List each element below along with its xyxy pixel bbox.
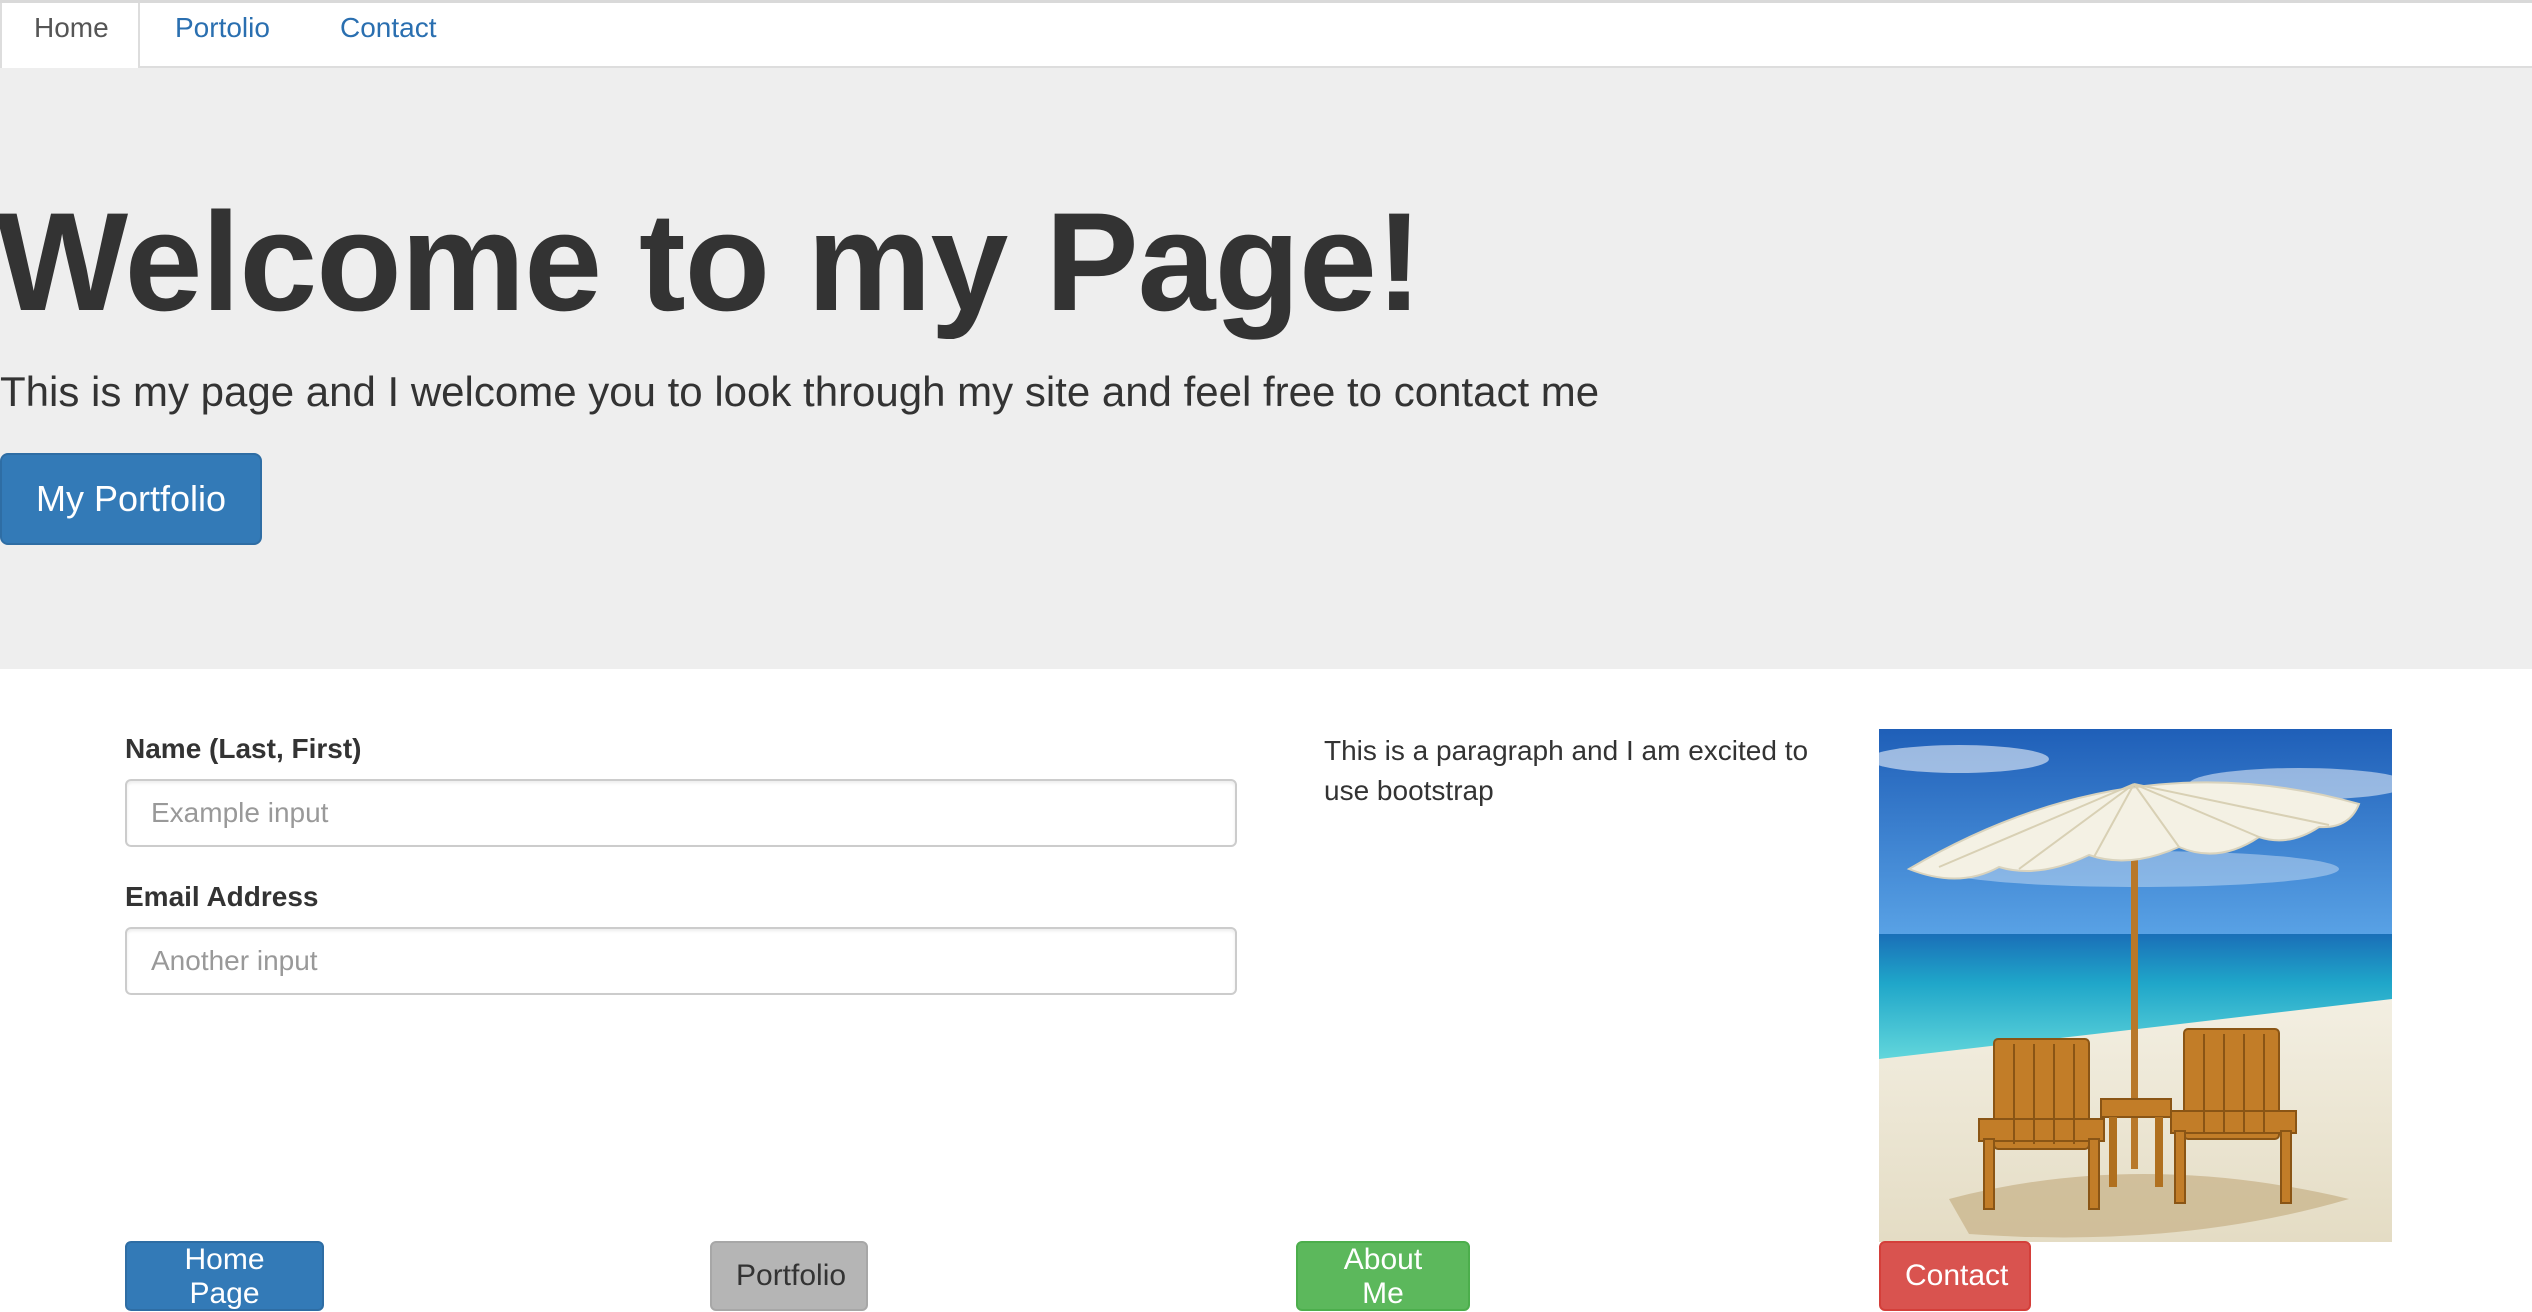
about-me-button[interactable]: About Me bbox=[1296, 1241, 1470, 1311]
tab-home[interactable]: Home bbox=[0, 3, 140, 71]
nav-tabs: Home Portolio Contact bbox=[0, 0, 2532, 71]
name-input[interactable] bbox=[125, 779, 1237, 847]
name-label: Name (Last, First) bbox=[125, 733, 362, 764]
tab-portfolio[interactable]: Portolio bbox=[143, 3, 302, 69]
portfolio-button[interactable]: Portfolio bbox=[710, 1241, 868, 1311]
contact-button[interactable]: Contact bbox=[1879, 1241, 2031, 1311]
beach-image bbox=[1879, 729, 2392, 1242]
home-page-button[interactable]: Home Page bbox=[125, 1241, 324, 1311]
my-portfolio-button[interactable]: My Portfolio bbox=[0, 453, 262, 545]
intro-paragraph: This is a paragraph and I am excited to … bbox=[1324, 735, 1809, 806]
hero-jumbotron: Welcome to my Page! This is my page and … bbox=[0, 68, 2532, 669]
hero-subtitle: This is my page and I welcome you to loo… bbox=[0, 368, 1600, 415]
hero-title: Welcome to my Page! bbox=[0, 183, 1423, 340]
email-input[interactable] bbox=[125, 927, 1237, 995]
tab-contact[interactable]: Contact bbox=[308, 3, 469, 69]
email-label: Email Address bbox=[125, 881, 319, 912]
